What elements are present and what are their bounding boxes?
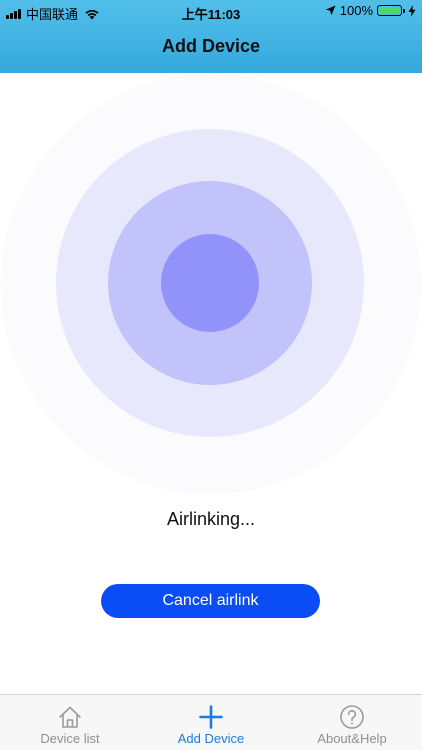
tab-device-list[interactable]: Device list bbox=[0, 695, 140, 750]
header: 中国联通 上午11:03 100% Add Device bbox=[0, 0, 422, 73]
tab-label-about-help: About&Help bbox=[317, 731, 387, 746]
tab-add-device[interactable]: Add Device bbox=[141, 695, 281, 750]
battery-fill bbox=[379, 7, 400, 14]
add-device-screen: 中国联通 上午11:03 100% Add Device Airlinking.… bbox=[0, 0, 422, 750]
location-arrow-icon bbox=[325, 5, 336, 16]
status-bar: 中国联通 上午11:03 100% bbox=[0, 0, 422, 24]
battery-icon bbox=[377, 5, 402, 16]
tab-about-help[interactable]: About&Help bbox=[282, 695, 422, 750]
battery-tip bbox=[403, 8, 405, 13]
cancel-airlink-button[interactable]: Cancel airlink bbox=[101, 584, 320, 618]
tab-bar: Device list Add Device About&Help bbox=[0, 694, 422, 750]
help-circle-icon bbox=[340, 705, 364, 729]
status-right: 100% bbox=[325, 3, 416, 18]
battery-percent: 100% bbox=[339, 3, 373, 18]
home-icon bbox=[59, 706, 81, 728]
charging-bolt-icon bbox=[408, 4, 416, 17]
radar-ring-core bbox=[161, 234, 259, 332]
airlink-status-text: Airlinking... bbox=[166, 509, 256, 529]
page-title: Add Device bbox=[161, 36, 261, 56]
tab-label-device-list: Device list bbox=[40, 731, 100, 746]
tab-label-add-device: Add Device bbox=[177, 731, 245, 746]
plus-icon bbox=[199, 705, 223, 729]
